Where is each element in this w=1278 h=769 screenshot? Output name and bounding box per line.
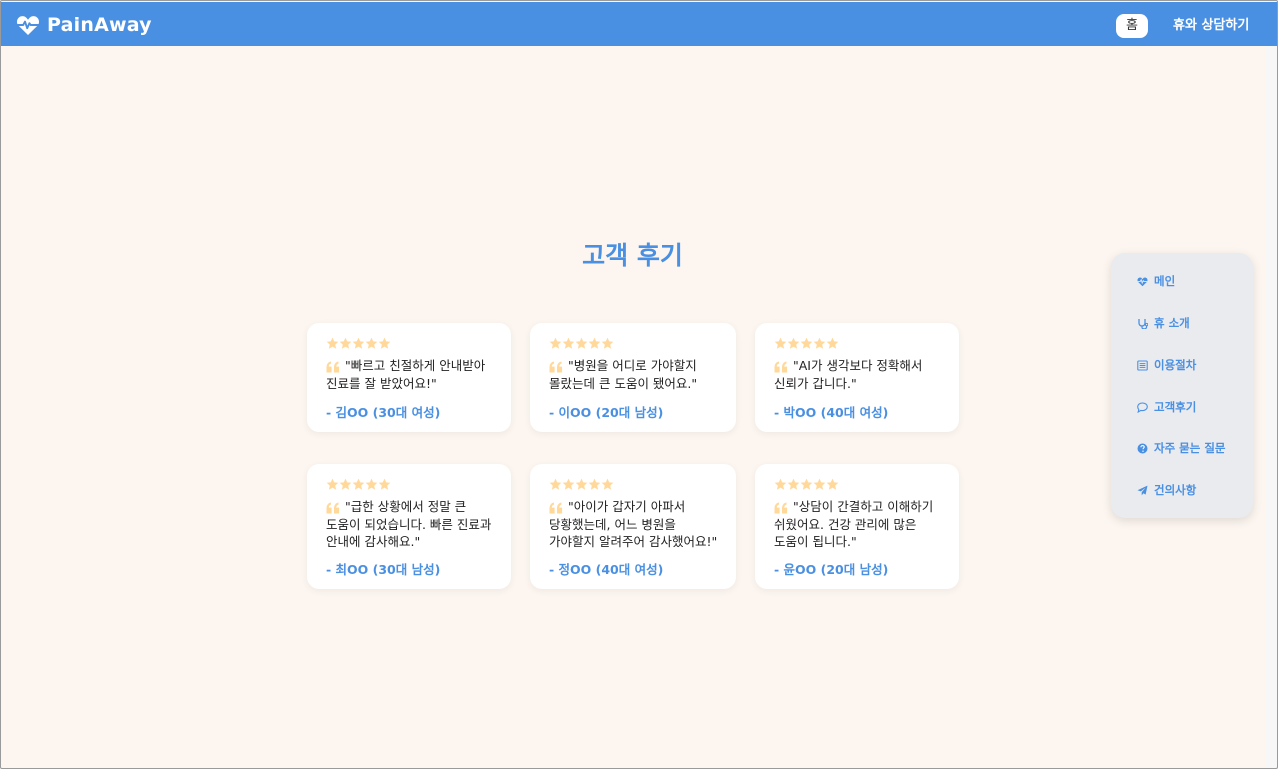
brand-logo[interactable]: PainAway: [16, 13, 152, 37]
side-menu-item[interactable]: 메인: [1137, 272, 1175, 290]
review-text: "급한 상황에서 정말 큰 도움이 되었습니다. 빠른 진료과 안내에 감사해요…: [326, 499, 492, 549]
star-icon: [326, 337, 339, 349]
side-menu-item[interactable]: 자주 묻는 질문: [1137, 439, 1226, 457]
star-icon: [588, 337, 601, 349]
reviews-section-title: 고객 후기: [582, 241, 683, 270]
side-menu-label: 자주 묻는 질문: [1154, 441, 1226, 455]
side-menu-item[interactable]: 이용절차: [1137, 356, 1196, 374]
side-menu-item[interactable]: 건의사항: [1137, 481, 1196, 499]
review-card: "병원을 어디로 가야할지 몰랐는데 큰 도움이 됐어요." - 이OO (20대…: [530, 323, 736, 432]
brand-name: PainAway: [47, 14, 152, 36]
star-icon: [800, 337, 813, 349]
heart-pulse-icon: [1137, 277, 1148, 286]
list-icon: [1137, 359, 1148, 371]
star-icon: [378, 337, 391, 349]
star-icon: [826, 478, 839, 490]
paper-plane-icon: [1137, 485, 1148, 495]
review-text: "병원을 어디로 가야할지 몰랐는데 큰 도움이 됐어요.": [549, 358, 698, 391]
star-icon: [588, 478, 601, 490]
star-icon: [352, 337, 365, 349]
star-icon: [562, 337, 575, 349]
star-icon: [365, 337, 378, 349]
chat-bubble-icon: [1137, 401, 1148, 413]
question-circle-icon: [1137, 443, 1148, 453]
star-icon: [339, 478, 352, 490]
review-author: - 박OO (40대 여성): [774, 405, 889, 420]
star-icon: [826, 337, 839, 349]
star-icon: [601, 478, 614, 490]
star-icon: [562, 478, 575, 490]
star-icon: [813, 478, 826, 490]
star-rating: [326, 337, 391, 350]
star-icon: [787, 478, 800, 490]
scrollbar-gutter: [1265, 46, 1277, 767]
review-text: "AI가 생각보다 정확해서 신뢰가 갑니다.": [774, 358, 923, 391]
nav-consult-link[interactable]: 휴와 상담하기: [1173, 15, 1249, 37]
star-icon: [575, 337, 588, 349]
review-card: "AI가 생각보다 정확해서 신뢰가 갑니다." - 박OO (40대 여성): [755, 323, 959, 432]
star-rating: [549, 337, 614, 350]
star-icon: [813, 337, 826, 349]
star-rating: [326, 478, 391, 491]
review-author: - 윤OO (20대 남성): [774, 562, 889, 577]
nav-home-button[interactable]: 홈: [1116, 14, 1148, 38]
star-icon: [575, 478, 588, 490]
star-icon: [549, 337, 562, 349]
star-icon: [352, 478, 365, 490]
review-author: - 정OO (40대 여성): [549, 562, 664, 577]
star-icon: [339, 337, 352, 349]
star-icon: [774, 478, 787, 490]
review-author: - 이OO (20대 남성): [549, 405, 664, 420]
review-text: "상담이 간결하고 이해하기 쉬웠어요. 건강 관리에 많은 도움이 됩니다.": [774, 499, 934, 549]
star-rating: [549, 478, 614, 491]
top-navbar: PainAway 홈 휴와 상담하기: [1, 2, 1277, 46]
star-icon: [549, 478, 562, 490]
review-card: "상담이 간결하고 이해하기 쉬웠어요. 건강 관리에 많은 도움이 됩니다."…: [755, 464, 959, 589]
review-card: "급한 상황에서 정말 큰 도움이 되었습니다. 빠른 진료과 안내에 감사해요…: [307, 464, 511, 589]
side-menu-label: 건의사항: [1154, 483, 1197, 497]
stethoscope-icon: [1138, 318, 1148, 329]
floating-side-menu: 메인휴 소개이용절차고객후기자주 묻는 질문건의사항: [1111, 253, 1253, 518]
star-icon: [787, 337, 800, 349]
side-menu-label: 고객후기: [1154, 400, 1197, 414]
review-text: "아이가 갑자기 아파서 당황했는데, 어느 병원을 가야할지 알려주어 감사했…: [549, 499, 718, 549]
star-icon: [326, 478, 339, 490]
side-menu-label: 메인: [1154, 274, 1176, 288]
review-card: "빠르고 친절하게 안내받아 진료를 잘 받았어요!" - 김OO (30대 여성…: [307, 323, 511, 432]
star-icon: [800, 478, 813, 490]
star-rating: [774, 337, 839, 350]
review-author: - 최OO (30대 남성): [326, 562, 441, 577]
star-icon: [774, 337, 787, 349]
star-icon: [378, 478, 391, 490]
side-menu-label: 이용절차: [1154, 358, 1197, 372]
star-rating: [774, 478, 839, 491]
star-icon: [601, 337, 614, 349]
side-menu-item[interactable]: 휴 소개: [1137, 314, 1190, 332]
review-author: - 김OO (30대 여성): [326, 405, 441, 420]
side-menu-label: 휴 소개: [1154, 316, 1190, 330]
review-card: "아이가 갑자기 아파서 당황했는데, 어느 병원을 가야할지 알려주어 감사했…: [530, 464, 736, 589]
star-icon: [365, 478, 378, 490]
heart-pulse-icon: [16, 16, 40, 35]
side-menu-item[interactable]: 고객후기: [1137, 398, 1196, 416]
review-text: "빠르고 친절하게 안내받아 진료를 잘 받았어요!": [326, 358, 486, 391]
